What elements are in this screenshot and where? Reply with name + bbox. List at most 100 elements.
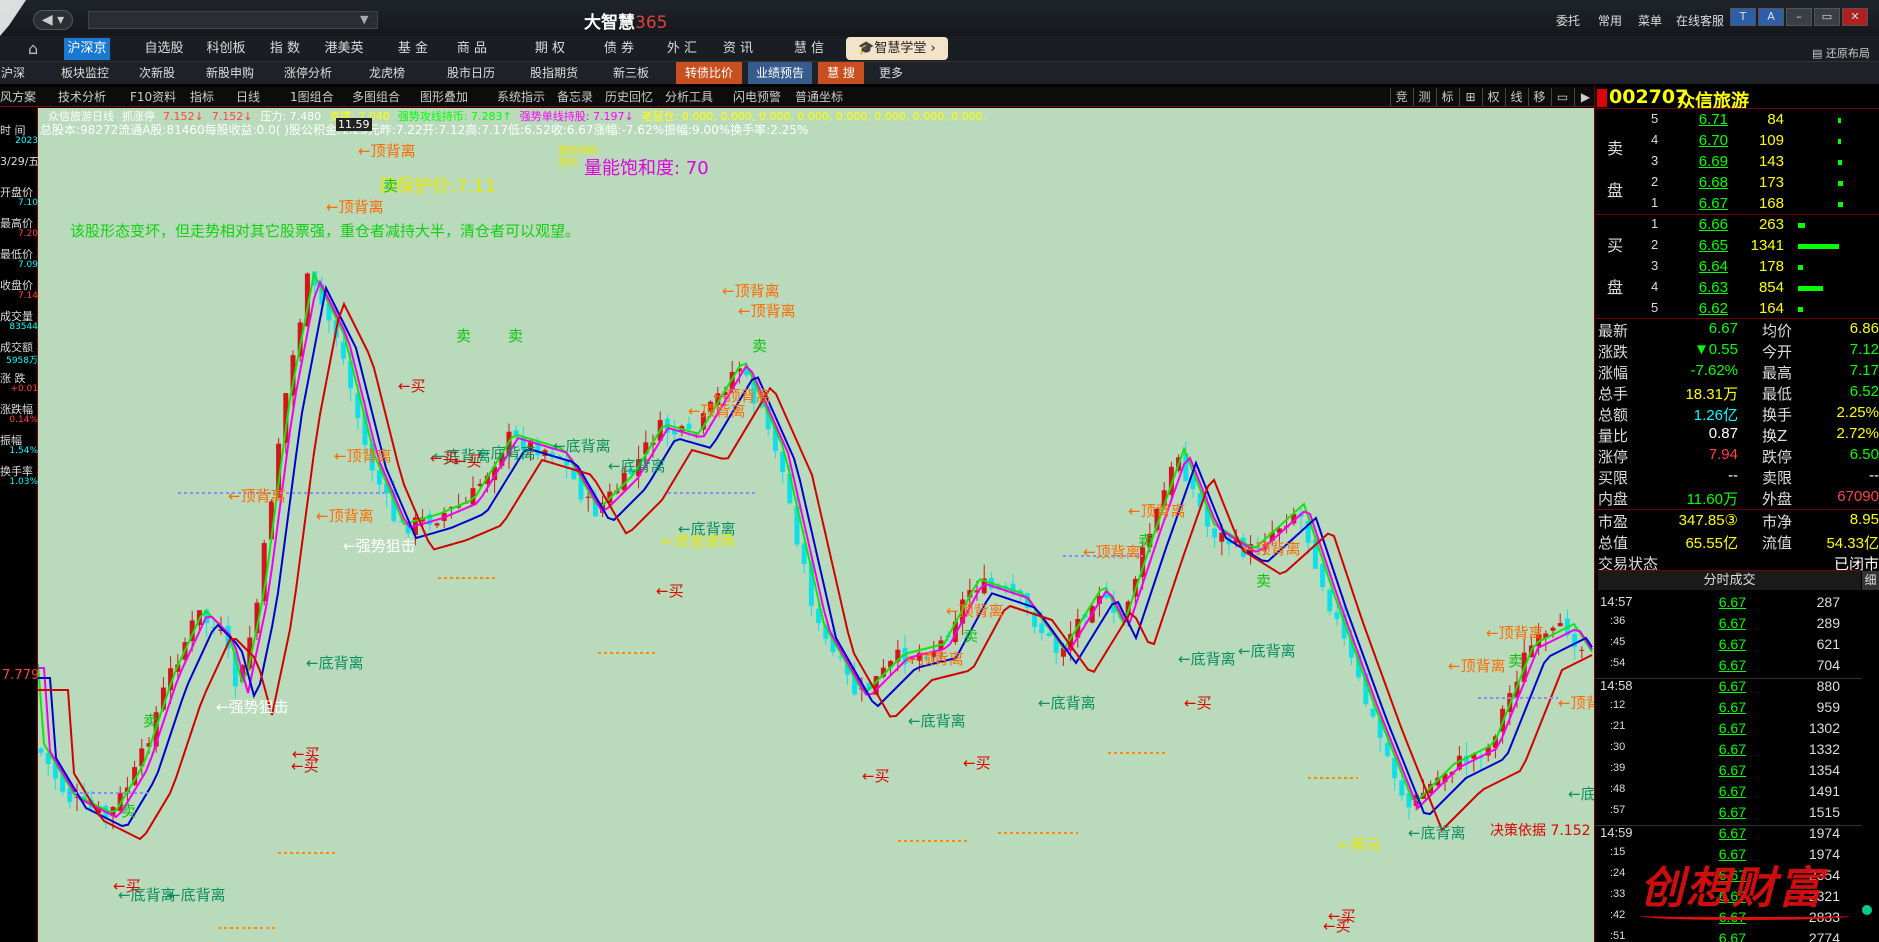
toolbar-item-0[interactable]: 风方案: [0, 88, 36, 106]
toolbar-item-9[interactable]: 备忘录: [557, 88, 593, 106]
nav1-tab-2[interactable]: 科创板: [200, 38, 252, 60]
minimize-icon[interactable]: –: [1786, 8, 1812, 26]
nav1-tab-6[interactable]: 商 品: [447, 38, 497, 60]
chevron-down-icon[interactable]: ▼: [360, 13, 368, 26]
toolbar-item-7[interactable]: 图形叠加: [420, 88, 468, 106]
toolbar-item-2[interactable]: F10资料: [130, 88, 176, 106]
restore-layout-button[interactable]: ▤ 还原布局: [1812, 45, 1870, 61]
signal-marker: ←顶背离: [334, 447, 392, 465]
subnav-tab-5[interactable]: 龙虎榜: [358, 62, 416, 84]
candle-body: [686, 423, 692, 429]
common-link[interactable]: 常用: [1598, 12, 1622, 29]
ask-level: 5: [1651, 111, 1659, 126]
online-service-link[interactable]: 在线客服: [1676, 12, 1724, 29]
tick-time: :45: [1610, 636, 1626, 648]
nav1-tab-3[interactable]: 指 数: [262, 38, 308, 60]
toolbar-item-13[interactable]: 普通坐标: [795, 88, 843, 106]
menu-link[interactable]: 菜单: [1638, 12, 1662, 29]
toolbar-tool-2[interactable]: 标: [1436, 88, 1458, 106]
bid-price: 6.62: [1698, 300, 1728, 317]
toolbar-item-10[interactable]: 历史回忆: [605, 88, 653, 106]
subnav-tab-6[interactable]: 股市日历: [438, 62, 504, 84]
nav1-tab-10[interactable]: 资 讯: [713, 38, 763, 60]
bid-price: 6.63: [1698, 279, 1728, 296]
signal-marker: ←顶背离: [713, 387, 771, 405]
toolbar-tool-7[interactable]: ▭: [1551, 88, 1573, 106]
quote-value: 11.60万: [1686, 491, 1738, 508]
nav1-tab-4[interactable]: 港美英: [314, 38, 374, 60]
nav1-tab-7[interactable]: 期 权: [523, 38, 577, 60]
toolbar-item-8[interactable]: 系统指示: [497, 88, 545, 106]
signal-marker: ←顶背离: [906, 650, 964, 668]
bid-price: 6.66: [1698, 216, 1728, 233]
maximize-icon[interactable]: ▭: [1814, 8, 1840, 26]
entrust-link[interactable]: 委托: [1556, 12, 1580, 29]
toolbar-item-5[interactable]: 1图组合: [290, 88, 334, 106]
subnav-tab-11[interactable]: 慧 搜: [818, 62, 864, 84]
tick-volume: 880: [1816, 678, 1840, 694]
layout-icon[interactable]: T: [1730, 8, 1756, 26]
signal-marker: ←顶背离: [722, 282, 780, 300]
tick-time: :57: [1610, 804, 1626, 816]
nav1-tab-1[interactable]: 自选股: [138, 38, 190, 60]
high-price-marker: 11.59: [336, 118, 372, 131]
subnav-tab-0[interactable]: 沪深京A: [0, 62, 26, 102]
nav1-tab-9[interactable]: 外 汇: [657, 38, 707, 60]
toolbar-tool-0[interactable]: 竞: [1390, 88, 1412, 106]
tick-divider: [1596, 678, 1862, 679]
subnav-tab-10[interactable]: 业绩预告: [748, 62, 812, 84]
close-icon[interactable]: ✕: [1842, 8, 1868, 26]
ticks-header[interactable]: 分时成交: [1598, 570, 1861, 590]
subnav-tab-9[interactable]: 转债比价: [676, 62, 742, 84]
toolbar-item-11[interactable]: 分析工具: [665, 88, 713, 106]
nav1-tab-0[interactable]: 沪深京: [64, 38, 110, 60]
bar-info-value: 7.09: [17, 260, 38, 270]
toolbar-item-4[interactable]: 日线: [236, 88, 260, 106]
candle-body: [1399, 780, 1405, 796]
font-icon[interactable]: A: [1758, 8, 1784, 26]
ask-volume: 109: [1758, 132, 1784, 149]
quote-value: 2.72%: [1836, 425, 1879, 442]
command-input[interactable]: [88, 11, 378, 29]
toolbar-item-6[interactable]: 多图组合: [352, 88, 400, 106]
toolbar-tool-5[interactable]: 线: [1505, 88, 1527, 106]
ask-volume: 84: [1767, 111, 1784, 128]
quote-label: 最低: [1762, 385, 1793, 403]
academy-button[interactable]: 🎓智慧学堂 ›: [846, 37, 948, 60]
toolbar-tool-1[interactable]: 测: [1413, 88, 1435, 106]
subnav-tab-12[interactable]: 更多: [874, 62, 908, 84]
subnav-tab-8[interactable]: 新三板: [606, 62, 656, 84]
nav1-tab-5[interactable]: 基 金: [388, 38, 438, 60]
signal-marker: 卖: [963, 627, 979, 645]
ticks-detail-tab[interactable]: 细: [1862, 571, 1879, 590]
tick-volume: 287: [1816, 594, 1840, 610]
signal-marker: ←买: [1184, 694, 1212, 712]
toolbar-tool-4[interactable]: 权: [1482, 88, 1504, 106]
bid-volume: 1341: [1750, 237, 1784, 254]
watermark-swoosh: [1640, 912, 1850, 920]
toolbar-tool-6[interactable]: 移: [1528, 88, 1550, 106]
subnav-tab-4[interactable]: 涨停分析: [274, 62, 342, 84]
nav1-tab-8[interactable]: 债 券: [594, 38, 644, 60]
toolbar-item-12[interactable]: 闪电预警: [733, 88, 781, 106]
panel-toggle-icon[interactable]: [1597, 89, 1607, 107]
subnav-tab-7[interactable]: 股指期货: [520, 62, 588, 84]
nav1-tab-11[interactable]: 慧 信: [785, 38, 833, 60]
subnav-tab-3[interactable]: 新股申购: [196, 62, 264, 84]
home-icon[interactable]: ⌂: [28, 40, 50, 58]
subnav-tab-2[interactable]: 次新股: [130, 62, 184, 84]
back-button[interactable]: ◀ ▾: [33, 10, 73, 30]
toolbar-tool-8[interactable]: ▶: [1574, 88, 1596, 106]
toolbar-tool-3[interactable]: ⊞: [1459, 88, 1481, 106]
bid-level: 5: [1651, 300, 1659, 315]
toolbar-item-3[interactable]: 指标: [190, 88, 214, 106]
valuation-value: 65.55亿: [1685, 535, 1738, 552]
signal-marker: ←顶背离: [1243, 540, 1301, 558]
tick-volume: 1332: [1808, 741, 1840, 757]
signal-marker: ←底背离: [1178, 650, 1236, 668]
bar-info-value: 7.10: [17, 198, 38, 208]
bar-info-value: 0.14%: [9, 415, 38, 425]
quote-value: 1.26亿: [1693, 407, 1738, 424]
toolbar-item-1[interactable]: 技术分析: [58, 88, 106, 106]
subnav-tab-1[interactable]: 板块监控: [52, 62, 118, 84]
